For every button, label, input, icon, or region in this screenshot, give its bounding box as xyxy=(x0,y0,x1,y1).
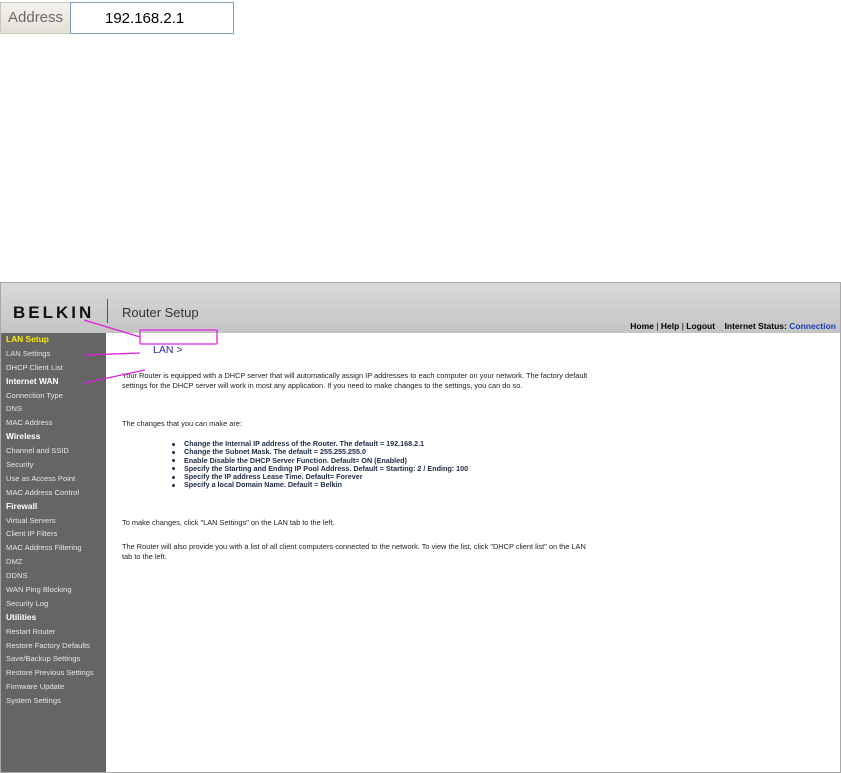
sidebar-item-client-ip-filters[interactable]: Client IP Filters xyxy=(1,527,106,541)
sidebar-nav: LAN Setup LAN Settings DHCP Client List Int… xyxy=(1,333,106,772)
address-input[interactable] xyxy=(70,2,234,34)
sidebar-item-use-as-access-point[interactable]: Use as Access Point xyxy=(1,472,106,486)
sidebar-item-dns[interactable]: DNS xyxy=(1,402,106,416)
sidebar-item-mac-address-filtering[interactable]: MAC Address Filtering xyxy=(1,541,106,555)
sidebar-item-channel-and-ssid[interactable]: Channel and SSID xyxy=(1,444,106,458)
header-title: Router Setup xyxy=(122,305,199,320)
sidebar-item-dhcp-client-list[interactable]: DHCP Client List xyxy=(1,361,106,375)
address-label: Address xyxy=(0,2,70,34)
internet-status-value[interactable]: Connection xyxy=(789,321,836,331)
logout-link[interactable]: Logout xyxy=(686,321,715,331)
sidebar-item-mac-address-control[interactable]: MAC Address Control xyxy=(1,486,106,500)
sidebar-item-virtual-servers[interactable]: Virtual Servers xyxy=(1,514,106,528)
sidebar-item-mac-address[interactable]: MAC Address xyxy=(1,416,106,430)
sidebar-item-security[interactable]: Security xyxy=(1,458,106,472)
sidebar-item-firmware-update[interactable]: Firmware Update xyxy=(1,680,106,694)
address-bar: Address xyxy=(0,2,234,34)
header: BELKIN Router Setup Home | Help | Logout… xyxy=(1,283,840,333)
sidebar-heading-firewall[interactable]: Firewall xyxy=(1,500,106,514)
internet-status-label: Internet Status: xyxy=(724,321,787,331)
sidebar-item-save-backup-settings[interactable]: Save/Backup Settings xyxy=(1,652,106,666)
sidebar-item-connection-type[interactable]: Connection Type xyxy=(1,389,106,403)
sidebar-item-restore-previous-settings[interactable]: Restore Previous Settings xyxy=(1,666,106,680)
sidebar-item-restart-router[interactable]: Restart Router xyxy=(1,625,106,639)
sidebar-item-lan-settings[interactable]: LAN Settings xyxy=(1,347,106,361)
sidebar-item-restore-factory-defaults[interactable]: Restore Factory Defaults xyxy=(1,639,106,653)
instruction-paragraph: To make changes, click "LAN Settings" on… xyxy=(122,518,335,527)
breadcrumb: LAN > xyxy=(153,344,183,356)
router-setup-page: BELKIN Router Setup Home | Help | Logout… xyxy=(0,282,841,773)
top-links: Home | Help | Logout Internet Status: Co… xyxy=(630,321,836,331)
sidebar-item-system-settings[interactable]: System Settings xyxy=(1,694,106,708)
help-link[interactable]: Help xyxy=(661,321,679,331)
sidebar-heading-internet-wan[interactable]: Internet WAN xyxy=(1,375,106,389)
changes-list: Change the Internal IP address of the Ro… xyxy=(122,439,468,490)
sidebar-item-ddns[interactable]: DDNS xyxy=(1,569,106,583)
link-separator: | xyxy=(656,321,659,331)
sidebar-heading-wireless[interactable]: Wireless xyxy=(1,430,106,444)
sidebar-item-wan-ping-blocking[interactable]: WAN Ping Blocking xyxy=(1,583,106,597)
sidebar-item-dmz[interactable]: DMZ xyxy=(1,555,106,569)
sidebar-heading-lan-setup[interactable]: LAN Setup xyxy=(1,333,106,347)
main-content: LAN > Your Router is equipped with a DHC… xyxy=(106,333,840,772)
client-list-paragraph: The Router will also provide you with a … xyxy=(122,542,586,562)
intro-paragraph: Your Router is equipped with a DHCP serv… xyxy=(122,371,588,391)
link-separator: | xyxy=(681,321,684,331)
header-divider xyxy=(107,299,108,323)
sidebar-item-security-log[interactable]: Security Log xyxy=(1,597,106,611)
home-link[interactable]: Home xyxy=(630,321,654,331)
change-item: Specify a local Domain Name. Default = B… xyxy=(171,481,468,489)
sidebar-heading-utilities[interactable]: Utilities xyxy=(1,611,106,625)
belkin-logo: BELKIN xyxy=(13,303,95,322)
changes-heading: The changes that you can make are: xyxy=(122,419,242,428)
